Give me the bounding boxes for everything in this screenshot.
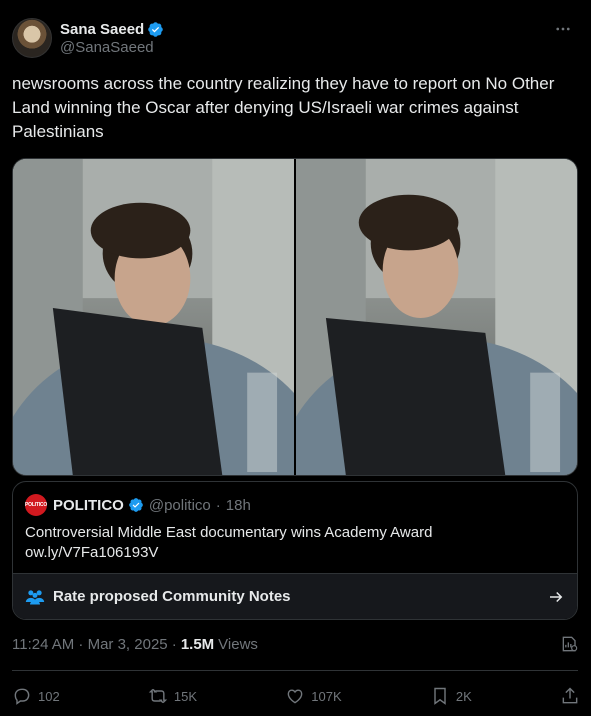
tweet-meta: 11:24 AM · Mar 3, 2025 · 1.5M Views bbox=[12, 634, 580, 654]
quote-author-handle[interactable]: @politico bbox=[149, 497, 211, 514]
more-icon[interactable] bbox=[552, 18, 574, 40]
share-icon bbox=[562, 687, 578, 704]
like-count: 107K bbox=[311, 688, 342, 704]
tweet-text: newsrooms across the country realizing t… bbox=[12, 74, 555, 141]
quote-text: Controversial Middle East documentary wi… bbox=[25, 524, 433, 561]
quoted-tweet[interactable]: POLITICO POLITICO @politico · 18h Contro… bbox=[12, 481, 578, 620]
like-icon bbox=[287, 689, 303, 704]
grok-analytics-icon[interactable] bbox=[560, 634, 580, 654]
verified-badge-icon bbox=[148, 21, 163, 37]
arrow-right-icon[interactable] bbox=[547, 588, 565, 606]
author-display-name[interactable]: Sana Saeed bbox=[60, 21, 144, 38]
community-notes-icon bbox=[25, 589, 45, 604]
reply-button[interactable]: 102 bbox=[12, 686, 60, 706]
divider bbox=[12, 670, 578, 671]
quote-separator: · bbox=[215, 496, 221, 514]
author-names: Sana Saeed @SanaSaeed bbox=[60, 21, 164, 56]
community-notes-label: Rate proposed Community Notes bbox=[53, 588, 291, 605]
repost-icon bbox=[148, 688, 168, 704]
community-notes-bar[interactable]: Rate proposed Community Notes bbox=[13, 573, 577, 619]
repost-button[interactable]: 15K bbox=[148, 686, 197, 706]
views-count: 1.5M bbox=[180, 635, 215, 653]
reply-count: 102 bbox=[38, 688, 60, 704]
quote-header: POLITICO POLITICO @politico · 18h bbox=[25, 494, 251, 516]
tweet-header: Sana Saeed @SanaSaeed bbox=[12, 14, 580, 62]
author-handle[interactable]: @SanaSaeed bbox=[60, 39, 164, 56]
reply-icon bbox=[14, 688, 30, 705]
media-image-right[interactable] bbox=[296, 159, 577, 475]
tweet-timestamp[interactable]: 11:24 AM · Mar 3, 2025 · bbox=[12, 636, 177, 653]
author-avatar[interactable] bbox=[12, 18, 52, 58]
bookmark-count: 2K bbox=[455, 688, 472, 704]
name-row: Sana Saeed bbox=[60, 21, 164, 38]
views-label: Views bbox=[218, 635, 258, 653]
quote-age[interactable]: 18h bbox=[226, 497, 251, 514]
verified-badge-icon bbox=[129, 498, 143, 512]
repost-count: 15K bbox=[173, 688, 198, 704]
share-button[interactable] bbox=[560, 686, 580, 706]
like-button[interactable]: 107K bbox=[285, 686, 342, 706]
action-bar: 102 15K 107K 2K bbox=[12, 684, 580, 708]
bookmark-button[interactable]: 2K bbox=[430, 686, 472, 706]
bookmark-icon bbox=[434, 687, 446, 705]
tweet-media[interactable] bbox=[12, 158, 578, 476]
politico-avatar[interactable]: POLITICO bbox=[25, 494, 47, 516]
quote-author-name[interactable]: POLITICO bbox=[53, 497, 124, 514]
media-image-left[interactable] bbox=[13, 159, 294, 475]
